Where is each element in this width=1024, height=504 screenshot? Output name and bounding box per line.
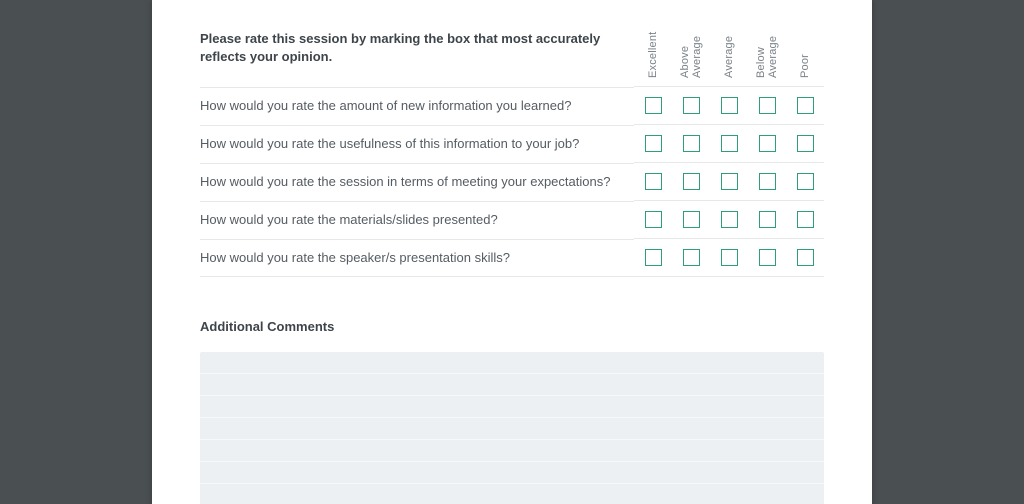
question-text: How would you rate the amount of new inf…	[200, 87, 634, 123]
checkbox-cell	[748, 200, 786, 238]
checkbox-cell	[634, 200, 672, 238]
checkbox-cell	[748, 86, 786, 124]
rating-col-below-average: Below Average	[755, 0, 779, 86]
rating-checkbox[interactable]	[645, 97, 662, 114]
checkbox-cell	[672, 238, 710, 276]
rating-grid: Please rate this session by marking the …	[200, 0, 824, 277]
comment-line	[200, 418, 824, 440]
comment-line	[200, 462, 824, 484]
rating-checkbox[interactable]	[797, 173, 814, 190]
rating-checkbox[interactable]	[721, 135, 738, 152]
grid-bottom-rule	[200, 276, 824, 277]
question-text: How would you rate the usefulness of thi…	[200, 125, 634, 161]
comments-title: Additional Comments	[200, 319, 824, 334]
checkbox-cell	[786, 238, 824, 276]
rating-checkbox[interactable]	[683, 97, 700, 114]
comment-line	[200, 484, 824, 504]
rating-checkbox[interactable]	[721, 249, 738, 266]
rating-checkbox[interactable]	[797, 97, 814, 114]
checkbox-cell	[786, 200, 824, 238]
question-text: How would you rate the session in terms …	[200, 163, 634, 199]
checkbox-cell	[786, 124, 824, 162]
comment-line	[200, 374, 824, 396]
rating-col-average: Average	[723, 0, 735, 86]
checkbox-cell	[672, 124, 710, 162]
checkbox-cell	[748, 124, 786, 162]
document-page: Please rate this session by marking the …	[152, 0, 872, 504]
rating-checkbox[interactable]	[759, 211, 776, 228]
checkbox-cell	[672, 162, 710, 200]
checkbox-cell	[786, 86, 824, 124]
rating-checkbox[interactable]	[683, 211, 700, 228]
rating-checkbox[interactable]	[721, 173, 738, 190]
comment-line	[200, 396, 824, 418]
checkbox-cell	[710, 200, 748, 238]
comment-line	[200, 352, 824, 374]
checkbox-cell	[710, 86, 748, 124]
rating-checkbox[interactable]	[759, 173, 776, 190]
viewport: Please rate this session by marking the …	[0, 0, 1024, 504]
rating-col-poor: Poor	[799, 0, 811, 86]
checkbox-cell	[634, 124, 672, 162]
checkbox-cell	[634, 86, 672, 124]
checkbox-cell	[748, 238, 786, 276]
checkbox-cell	[710, 124, 748, 162]
rating-checkbox[interactable]	[721, 211, 738, 228]
rating-checkbox[interactable]	[645, 211, 662, 228]
rating-checkbox[interactable]	[645, 173, 662, 190]
checkbox-cell	[710, 238, 748, 276]
rating-checkbox[interactable]	[683, 173, 700, 190]
rating-checkbox[interactable]	[759, 249, 776, 266]
form-content: Please rate this session by marking the …	[200, 0, 824, 504]
rating-checkbox[interactable]	[797, 135, 814, 152]
checkbox-cell	[672, 86, 710, 124]
checkbox-cell	[634, 162, 672, 200]
question-text: How would you rate the materials/slides …	[200, 201, 634, 237]
comment-line	[200, 440, 824, 462]
rating-checkbox[interactable]	[721, 97, 738, 114]
rating-col-excellent: Excellent	[647, 0, 659, 86]
checkbox-cell	[748, 162, 786, 200]
checkbox-cell	[634, 238, 672, 276]
rating-col-above-average: Above Average	[679, 0, 703, 86]
rating-checkbox[interactable]	[645, 135, 662, 152]
comments-writing-area[interactable]	[200, 352, 824, 504]
checkbox-cell	[672, 200, 710, 238]
rating-checkbox[interactable]	[683, 249, 700, 266]
rating-checkbox[interactable]	[797, 211, 814, 228]
rating-instruction: Please rate this session by marking the …	[200, 6, 634, 79]
rating-checkbox[interactable]	[683, 135, 700, 152]
question-text: How would you rate the speaker/s present…	[200, 239, 634, 275]
rating-checkbox[interactable]	[759, 135, 776, 152]
rating-checkbox[interactable]	[645, 249, 662, 266]
rating-checkbox[interactable]	[759, 97, 776, 114]
checkbox-cell	[786, 162, 824, 200]
rating-checkbox[interactable]	[797, 249, 814, 266]
checkbox-cell	[710, 162, 748, 200]
